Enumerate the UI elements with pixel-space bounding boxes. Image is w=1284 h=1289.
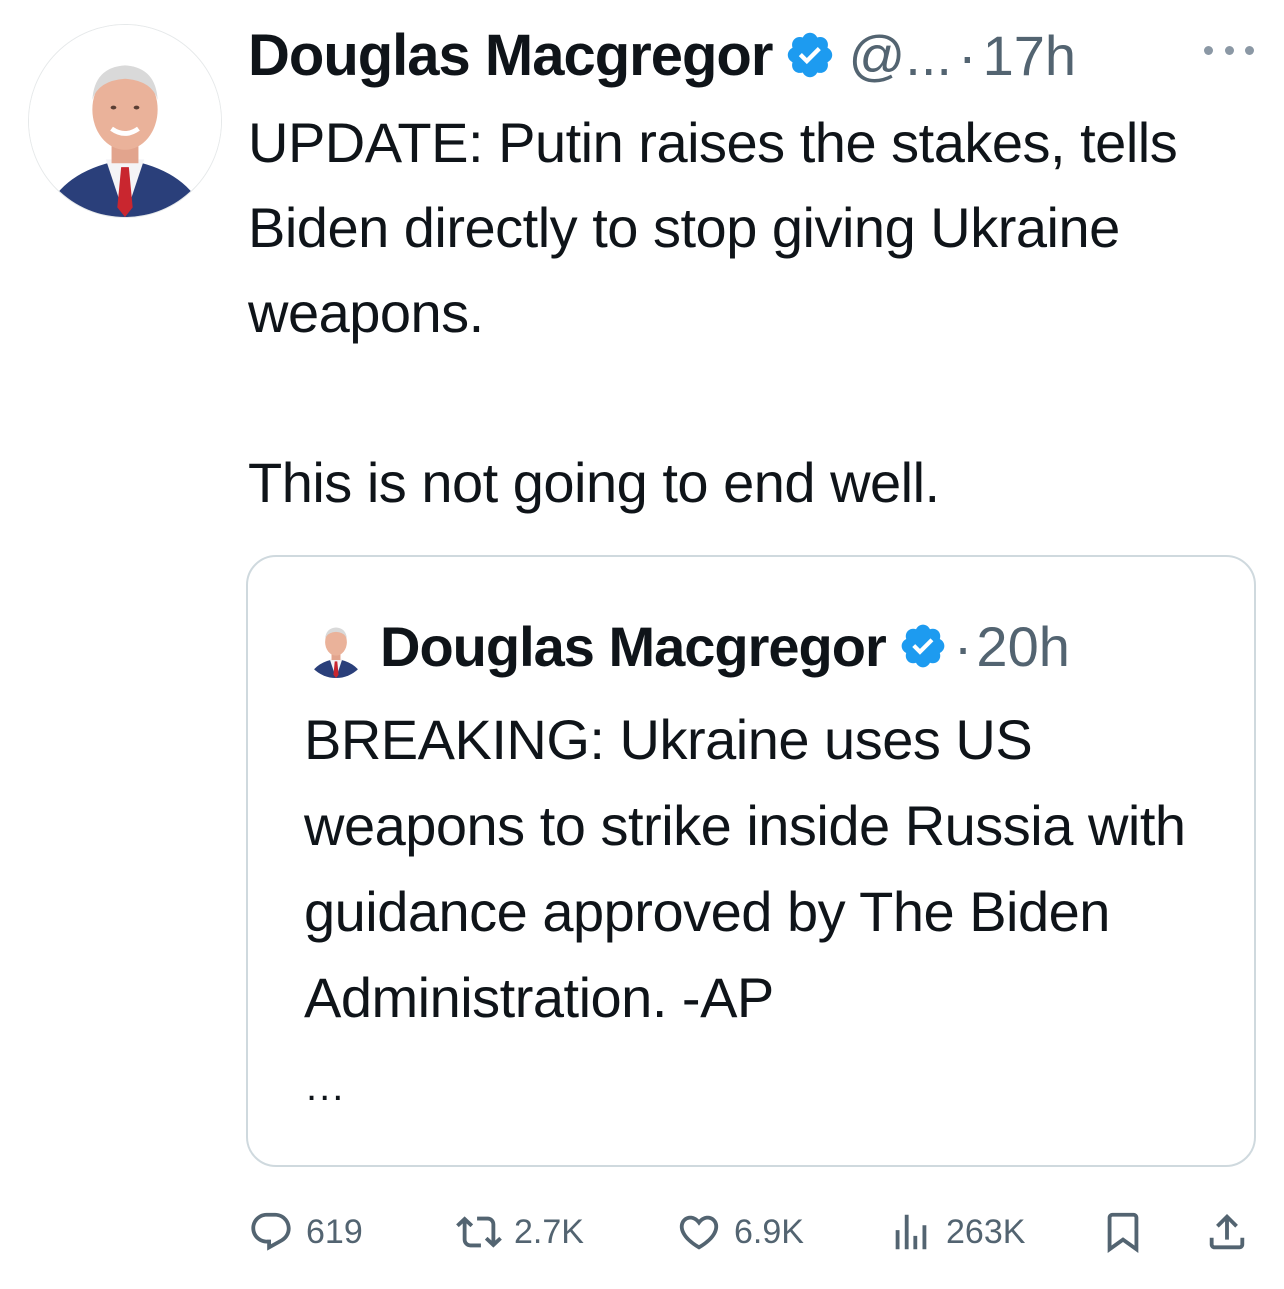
like-count: 6.9K (734, 1212, 804, 1251)
more-horizontal-icon[interactable] (1204, 30, 1254, 70)
quoted-tweet-header: Douglas Macgregor · 20h (304, 611, 1070, 681)
quoted-tweet-text: BREAKING: Ukraine uses US weapons to str… (304, 697, 1224, 1041)
quoted-tweet-card[interactable]: Douglas Macgregor · 20h BREAKING: Ukrain… (246, 555, 1256, 1167)
tweet-paragraph: UPDATE: Putin raises the stakes, tells B… (248, 111, 1178, 344)
reply-icon (248, 1209, 294, 1255)
tweet-timestamp[interactable]: 17h (983, 23, 1076, 88)
separator-dot: · (957, 23, 977, 87)
tweet-text: UPDATE: Putin raises the stakes, tells B… (248, 100, 1248, 525)
quoted-tweet-paragraph: BREAKING: Ukraine uses US weapons to str… (304, 708, 1186, 1029)
author-handle[interactable]: @... (848, 23, 952, 88)
repost-button[interactable]: 2.7K (456, 1200, 584, 1264)
quoted-tweet-truncation: ... (306, 1065, 346, 1109)
share-button[interactable] (1204, 1200, 1250, 1264)
heart-icon (676, 1209, 722, 1255)
repost-icon (456, 1209, 502, 1255)
author-display-name[interactable]: Douglas Macgregor (248, 22, 773, 89)
separator-dot: · (953, 614, 973, 678)
tweet-header: Douglas Macgregor @... · 17h (248, 20, 1076, 90)
reply-button[interactable]: 619 (248, 1200, 363, 1264)
like-button[interactable]: 6.9K (676, 1200, 804, 1264)
reply-count: 619 (306, 1212, 363, 1251)
views-icon (888, 1209, 934, 1255)
quoted-author-display-name: Douglas Macgregor (380, 614, 887, 678)
quoted-author-avatar (304, 614, 368, 678)
verified-badge-icon[interactable] (784, 29, 836, 81)
quoted-tweet-timestamp: 20h (976, 614, 1070, 678)
author-avatar[interactable] (28, 24, 222, 218)
tweet-action-bar: 619 2.7K 6.9K 263K (248, 1200, 1258, 1264)
views-button[interactable]: 263K (888, 1200, 1025, 1264)
bookmark-icon (1100, 1209, 1146, 1255)
verified-badge-icon (898, 621, 948, 671)
share-icon (1204, 1209, 1250, 1255)
bookmark-button[interactable] (1100, 1200, 1146, 1264)
tweet-paragraph: This is not going to end well. (248, 451, 940, 514)
views-count: 263K (946, 1212, 1026, 1251)
repost-count: 2.7K (514, 1212, 584, 1251)
